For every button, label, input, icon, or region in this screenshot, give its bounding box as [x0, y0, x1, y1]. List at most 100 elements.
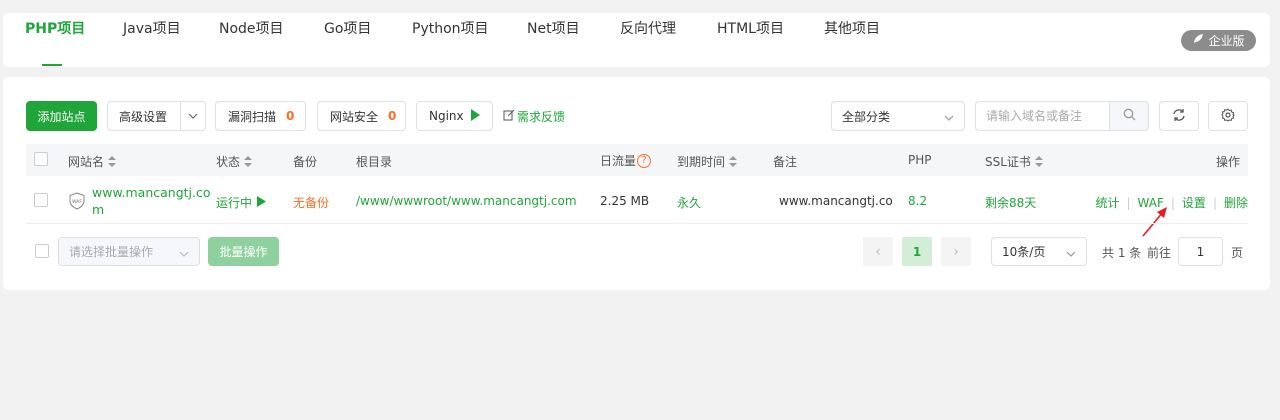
batch-operation-placeholder: 请选择批量操作 [69, 245, 154, 259]
divider [26, 223, 1248, 224]
search-button[interactable] [1109, 101, 1149, 131]
column-ssl[interactable]: SSL证书 [985, 153, 1043, 170]
ssl-status-link[interactable]: 剩余88天 [985, 194, 1036, 211]
chevron-down-icon[interactable] [181, 113, 205, 119]
feedback-label: 需求反馈 [517, 110, 566, 124]
root-path-link[interactable]: /www/wwwroot/www.mancangtj.com [356, 194, 577, 208]
search-input[interactable] [975, 101, 1109, 131]
active-tab-indicator [42, 64, 62, 66]
batch-operation-button[interactable]: 批量操作 [208, 237, 279, 266]
column-note-label: 备注 [773, 155, 798, 169]
column-root: 根目录 [356, 153, 392, 170]
delete-action[interactable]: 删除 [1224, 194, 1248, 211]
column-php: PHP [908, 153, 932, 167]
row-checkbox[interactable] [34, 193, 48, 207]
column-expire-label: 到期时间 [677, 155, 726, 169]
search-icon [1123, 108, 1136, 124]
column-php-label: PHP [908, 153, 932, 167]
tab-node[interactable]: Node项目 [219, 18, 284, 38]
tab-reverse-proxy[interactable]: 反向代理 [620, 18, 676, 38]
column-note: 备注 [773, 153, 797, 170]
goto-label: 前往 [1147, 246, 1172, 260]
sort-icon [729, 156, 738, 167]
edit-icon [503, 109, 515, 124]
column-traffic: 日流量 ? [600, 152, 652, 169]
status-toggle[interactable]: 运行中 [216, 194, 267, 211]
column-backup-label: 备份 [293, 155, 318, 169]
tab-net[interactable]: Net项目 [527, 18, 580, 38]
column-site-name-label: 网站名 [68, 155, 105, 169]
waf-shield-icon: WAF [69, 192, 85, 213]
page-number-button[interactable]: 1 [902, 237, 932, 266]
tab-java[interactable]: Java项目 [123, 18, 181, 38]
column-actions: 操作 [1216, 153, 1240, 170]
column-ssl-label: SSL证书 [985, 155, 1031, 169]
security-count: 0 [388, 109, 397, 123]
column-expire[interactable]: 到期时间 [677, 153, 738, 170]
site-name-link[interactable]: www.mancangtj.co m [92, 184, 211, 218]
tab-php[interactable]: PHP项目 [25, 18, 85, 38]
vuln-scan-button[interactable]: 漏洞扫描 0 [215, 101, 306, 131]
sort-icon [244, 156, 253, 167]
goto-page-input[interactable] [1178, 237, 1223, 266]
site-security-label: 网站安全 [330, 109, 379, 124]
traffic-value: 2.25 MB [600, 194, 650, 208]
note-value[interactable]: www.mancangtj.com [779, 194, 893, 208]
page-unit-label: 页 [1231, 246, 1244, 260]
feedback-link[interactable]: 需求反馈 [503, 108, 565, 125]
column-root-label: 根目录 [356, 155, 393, 169]
php-version-link[interactable]: 8.2 [908, 194, 927, 208]
play-icon [470, 108, 480, 124]
batch-operation-select[interactable]: 请选择批量操作 [58, 237, 200, 266]
advanced-settings-label: 高级设置 [119, 109, 168, 124]
column-status-label: 状态 [216, 155, 241, 169]
advanced-settings-dropdown[interactable]: 高级设置 [107, 101, 206, 131]
enterprise-badge-label: 企业版 [1208, 34, 1245, 48]
nginx-button[interactable]: Nginx [416, 101, 493, 131]
divider: | [1212, 195, 1217, 210]
enterprise-badge[interactable]: 企业版 [1181, 30, 1256, 51]
expire-value[interactable]: 永久 [677, 194, 701, 211]
waf-shield-label: WAF [72, 199, 82, 205]
chevron-down-icon [944, 110, 954, 124]
stats-action[interactable]: 统计 [1095, 194, 1119, 211]
category-select-value: 全部分类 [842, 109, 891, 124]
tab-other[interactable]: 其他项目 [824, 18, 880, 38]
next-page-button[interactable]: › [941, 237, 971, 266]
refresh-icon [1172, 108, 1186, 125]
column-status[interactable]: 状态 [216, 153, 253, 170]
divider: | [1126, 195, 1131, 210]
column-backup: 备份 [293, 153, 317, 170]
row-actions: 统计 | WAF | 设置 | 删除 [1095, 194, 1248, 211]
backup-link[interactable]: 无备份 [293, 194, 329, 211]
sort-icon [1034, 156, 1043, 167]
page-size-select[interactable]: 10条/页 [991, 237, 1087, 266]
refresh-button[interactable] [1159, 101, 1199, 131]
site-security-button[interactable]: 网站安全 0 [317, 101, 406, 131]
chevron-down-icon [1066, 246, 1076, 260]
column-site-name[interactable]: 网站名 [68, 153, 117, 170]
tab-go[interactable]: Go项目 [324, 18, 371, 38]
nginx-label: Nginx [429, 109, 464, 123]
help-icon[interactable]: ? [637, 153, 652, 168]
site-name-line2: m [92, 202, 105, 217]
select-all-checkbox[interactable] [34, 152, 48, 166]
footer-select-all-checkbox[interactable] [35, 244, 49, 258]
site-name-line1: www.mancangtj.co [92, 185, 211, 200]
status-label: 运行中 [216, 196, 253, 210]
category-select[interactable]: 全部分类 [831, 101, 965, 131]
vuln-count: 0 [286, 109, 295, 123]
tab-html[interactable]: HTML项目 [717, 18, 784, 38]
column-actions-label: 操作 [1216, 155, 1241, 169]
prev-page-button[interactable]: ‹ [863, 237, 893, 266]
leaf-icon [1192, 33, 1204, 48]
settings-button[interactable] [1208, 101, 1248, 131]
add-site-button[interactable]: 添加站点 [26, 101, 97, 131]
settings-action[interactable]: 设置 [1182, 194, 1206, 211]
tab-python[interactable]: Python项目 [412, 18, 489, 38]
play-icon [257, 195, 267, 210]
sort-icon [108, 156, 117, 167]
gear-icon [1221, 107, 1235, 125]
divider: | [1170, 195, 1175, 210]
page-size-value: 10条/页 [1002, 245, 1046, 259]
